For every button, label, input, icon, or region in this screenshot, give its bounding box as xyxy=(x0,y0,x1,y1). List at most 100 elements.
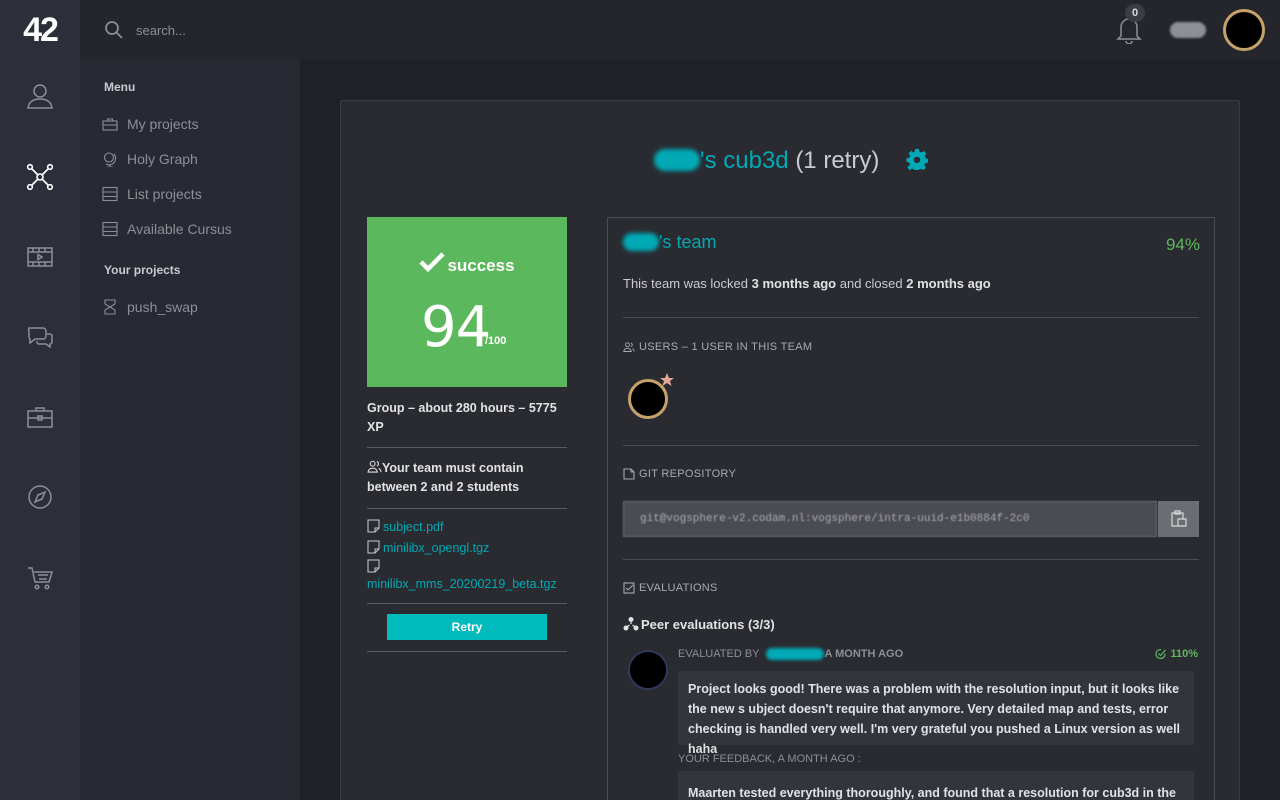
sidebar-item-label: push_swap xyxy=(127,299,198,315)
globe-icon xyxy=(102,151,120,167)
evaluations-section-title: EVALUATIONS xyxy=(623,582,718,594)
divider xyxy=(367,603,567,604)
logo[interactable]: 42 xyxy=(0,0,80,60)
briefcase-icon[interactable] xyxy=(20,397,60,437)
evaluated-by-label: EVALUATED BY xyxy=(678,648,760,660)
user-avatar[interactable] xyxy=(1223,9,1265,51)
retry-button[interactable]: Retry xyxy=(387,614,547,640)
login-redacted xyxy=(623,233,659,251)
compass-icon[interactable] xyxy=(20,477,60,517)
search-input[interactable] xyxy=(136,18,436,42)
git-section-title: GIT REPOSITORY xyxy=(623,468,736,480)
git-title-text: GIT REPOSITORY xyxy=(639,468,737,480)
divider xyxy=(367,447,567,448)
team-percent: 94% xyxy=(1165,235,1200,254)
project-name[interactable]: 's cub3d xyxy=(700,147,789,174)
evaluator-avatar[interactable] xyxy=(628,650,668,690)
gear-icon[interactable] xyxy=(906,148,928,170)
file-icon xyxy=(367,559,380,573)
users-icon xyxy=(367,460,382,473)
sidebar-item-label: List projects xyxy=(127,186,202,202)
evaluation-comment: Project looks good! There was a problem … xyxy=(678,671,1194,756)
file-icon xyxy=(367,540,380,554)
peers-icon xyxy=(623,617,639,631)
sidebar-item-holy-graph[interactable]: Holy Graph xyxy=(102,148,198,170)
profile-icon[interactable] xyxy=(20,76,60,116)
feedback-label: YOUR FEEDBACK, A MONTH AGO : xyxy=(678,753,861,765)
locked-time: 3 months ago xyxy=(751,276,837,291)
team-size-text: Your team must contain between 2 and 2 s… xyxy=(367,461,524,494)
peer-title-text: Peer evaluations (3/3) xyxy=(641,616,775,632)
score-value: 94 xyxy=(421,295,491,360)
chat-icon[interactable] xyxy=(20,317,60,357)
sidebar: Menu My projects Holy Graph List project… xyxy=(80,60,300,800)
check-circle-icon xyxy=(1155,648,1167,660)
evaluation-score: 110% xyxy=(1155,648,1198,660)
list-icon xyxy=(102,221,120,237)
score-max: /100 xyxy=(485,335,507,347)
feedback-comment: Maarten tested everything thoroughly, an… xyxy=(678,771,1194,800)
team-card: 's team 94% This team was locked 3 month… xyxy=(607,217,1215,800)
evaluated-by-line: EVALUATED BY A MONTH AGO xyxy=(678,648,903,660)
video-icon[interactable] xyxy=(20,237,60,277)
evaluation-score-text: 110% xyxy=(1170,648,1198,660)
divider xyxy=(367,508,567,509)
status-mid: and closed xyxy=(836,276,907,291)
check-icon xyxy=(419,252,446,273)
team-status: This team was locked 3 months ago and cl… xyxy=(623,276,991,291)
list-icon xyxy=(102,186,120,202)
checkbox-icon xyxy=(623,582,635,594)
divider xyxy=(367,651,567,652)
attachment-name: minilibx_mms_20200219_beta.tgz xyxy=(367,577,557,591)
project-title: 's cub3d (1 retry) xyxy=(341,147,1241,175)
git-file-icon xyxy=(623,468,635,480)
copy-repo-button[interactable] xyxy=(1158,501,1199,537)
git-repository-field[interactable] xyxy=(623,501,1157,537)
leader-star-icon xyxy=(660,373,674,386)
file-icon xyxy=(367,519,380,533)
users-title-text: USERS – 1 USER IN THIS TEAM xyxy=(639,341,813,353)
notification-count-badge: 0 xyxy=(1125,4,1145,22)
team-name[interactable]: 's team xyxy=(623,232,716,253)
sidebar-project-push-swap[interactable]: push_swap xyxy=(102,296,198,318)
users-section-title: USERS – 1 USER IN THIS TEAM xyxy=(623,341,812,353)
status-score-box: success 94 /100 xyxy=(367,217,567,387)
attachment-link[interactable]: subject.pdf xyxy=(367,519,567,536)
attachments-list: subject.pdf minilibx_opengl.tgz minilibx… xyxy=(367,519,567,593)
divider xyxy=(623,445,1199,446)
divider xyxy=(623,317,1199,318)
search-icon xyxy=(105,21,123,39)
login-redacted xyxy=(654,149,700,171)
menu-heading: Menu xyxy=(104,80,136,94)
attachment-name: minilibx_opengl.tgz xyxy=(383,541,490,555)
top-bar: 0 xyxy=(80,0,1280,60)
status-label: success xyxy=(367,251,567,276)
sidebar-item-list-projects[interactable]: List projects xyxy=(102,183,202,205)
project-panel: 's cub3d (1 retry) success 94 /100 Group… xyxy=(340,100,1240,800)
sidebar-item-label: Holy Graph xyxy=(127,151,198,167)
divider xyxy=(623,559,1199,560)
username-redacted[interactable] xyxy=(1170,22,1206,38)
your-projects-heading: Your projects xyxy=(104,263,181,277)
attachment-link[interactable]: minilibx_mms_20200219_beta.tgz xyxy=(367,559,567,593)
sidebar-item-label: Available Cursus xyxy=(127,221,232,237)
group-info: Group – about 280 hours – 5775 XP xyxy=(367,401,557,434)
evaluations-title-text: EVALUATIONS xyxy=(639,582,718,594)
briefcase-icon xyxy=(102,116,120,132)
shop-cart-icon[interactable] xyxy=(20,557,60,597)
clipboard-icon xyxy=(1170,510,1187,527)
status-text: success xyxy=(447,256,515,275)
holy-graph-icon[interactable] xyxy=(20,157,60,197)
closed-time: 2 months ago xyxy=(906,276,991,291)
sidebar-item-available-cursus[interactable]: Available Cursus xyxy=(102,218,232,240)
sidebar-item-my-projects[interactable]: My projects xyxy=(102,113,199,135)
retry-count: (1 retry) xyxy=(795,147,880,174)
team-size-info: Your team must contain between 2 and 2 s… xyxy=(367,459,567,497)
attachment-link[interactable]: minilibx_opengl.tgz xyxy=(367,540,567,557)
hourglass-icon xyxy=(102,299,120,315)
sidebar-item-label: My projects xyxy=(127,116,199,132)
status-prefix: This team was locked xyxy=(623,276,752,291)
evaluation-time: A MONTH AGO xyxy=(824,648,904,660)
icon-rail: 42 xyxy=(0,0,80,800)
evaluator-login-redacted[interactable] xyxy=(765,648,824,660)
